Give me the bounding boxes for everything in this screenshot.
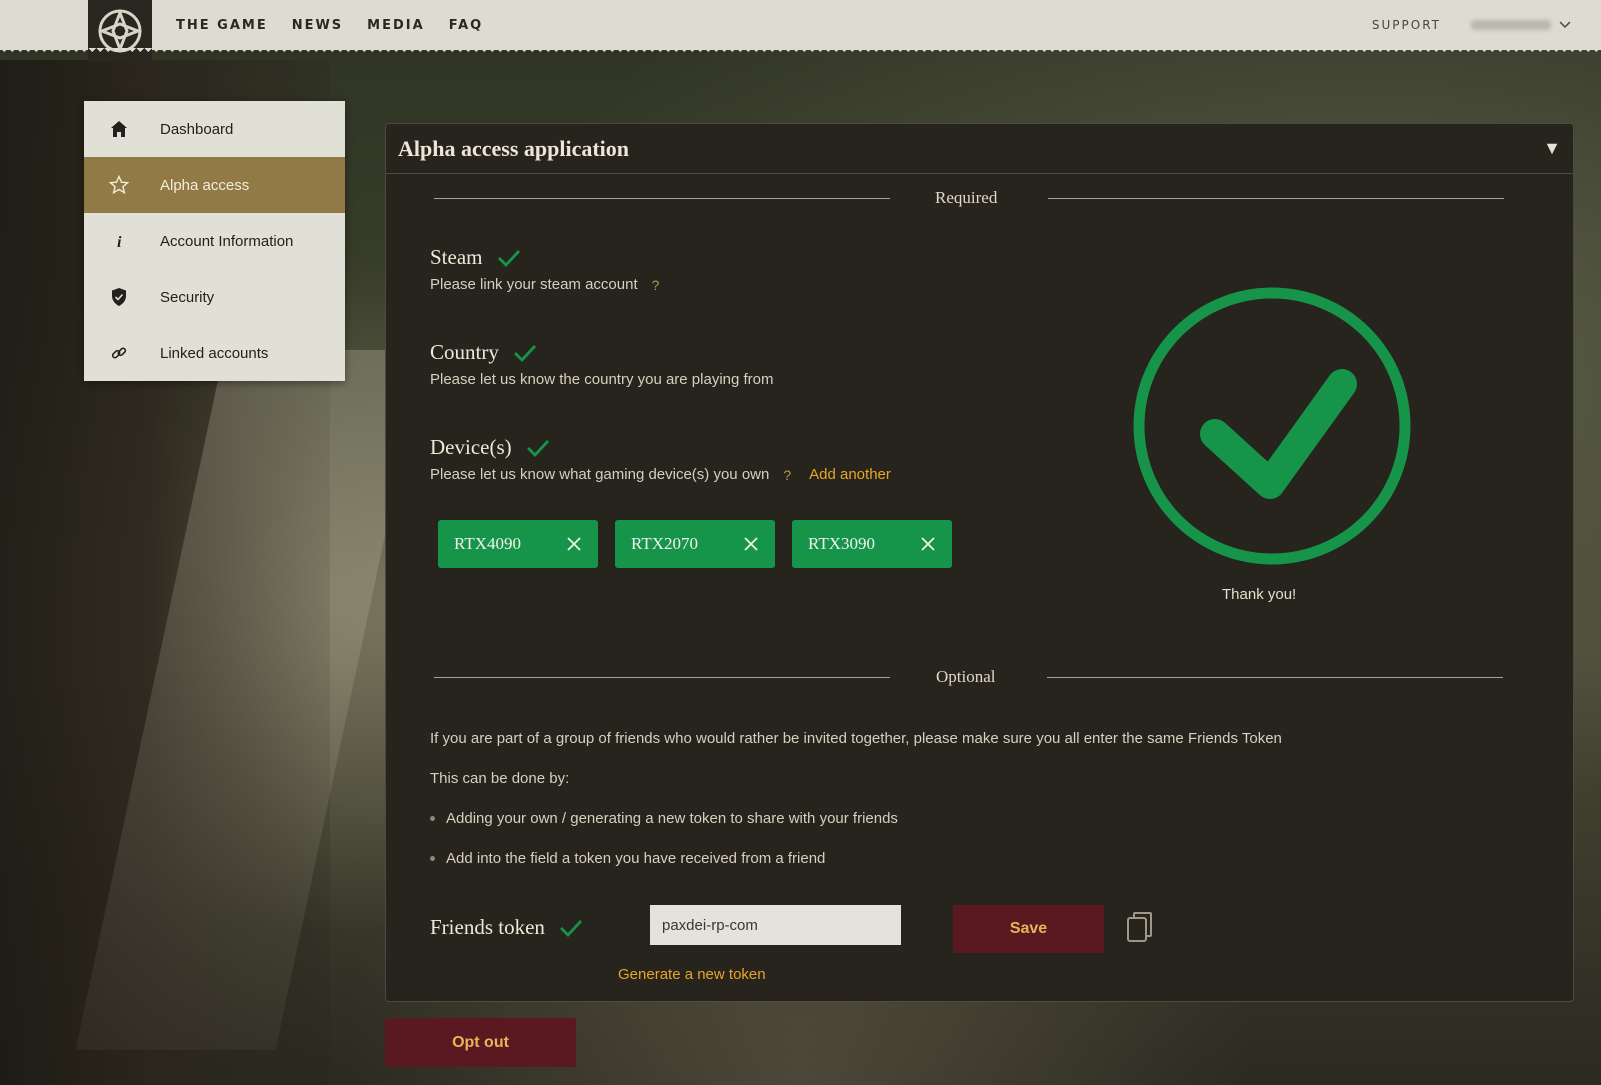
device-chip: RTX2070 [615,520,775,568]
alpha-access-panel: Alpha access application ▼ Required Stea… [385,123,1574,1002]
sidebar-item-alpha-access[interactable]: Alpha access [84,157,345,213]
country-desc: Please let us know the country you are p… [430,371,774,388]
username-redacted [1471,20,1551,30]
nav-faq[interactable]: FAQ [449,18,484,33]
sidebar-item-label: Alpha access [160,176,250,194]
main-nav: THE GAME NEWS MEDIA FAQ [176,0,483,50]
device-chip: RTX3090 [792,520,952,568]
remove-chip-close-icon[interactable] [920,536,936,552]
sidebar-item-dashboard[interactable]: Dashboard [84,101,345,157]
devices-desc: Please let us know what gaming device(s)… [430,466,891,483]
device-chip-label: RTX4090 [454,534,521,553]
bullet-text: Adding your own / generating a new token… [446,810,898,827]
support-link[interactable]: SUPPORT [1372,18,1441,32]
generate-token-link[interactable]: Generate a new token [618,966,766,983]
bullet-text: Add into the field a token you have rece… [446,850,826,867]
devices-help-icon[interactable]: ? [783,467,791,483]
friends-token-title-text: Friends token [430,915,545,939]
steam-desc-text: Please link your steam account [430,276,638,293]
sidebar-item-label: Dashboard [160,120,234,138]
opt-out-button[interactable]: Opt out [385,1018,576,1067]
list-item: Add into the field a token you have rece… [430,850,825,867]
devices-desc-text: Please let us know what gaming device(s)… [430,466,770,483]
steam-desc: Please link your steam account ? [430,276,659,293]
star-icon [108,174,130,196]
thank-you-text: Thank you! [1222,586,1297,603]
device-chip-label: RTX2070 [631,534,698,553]
nav-right: SUPPORT [1372,0,1571,50]
svg-text:i: i [117,234,122,250]
list-item: Adding your own / generating a new token… [430,810,898,827]
top-nav: THE GAME NEWS MEDIA FAQ SUPPORT [0,0,1601,62]
save-button[interactable]: Save [953,905,1104,953]
optional-label: Optional [936,667,996,686]
country-desc-text: Please let us know the country you are p… [430,371,774,388]
divider-line [1048,198,1504,199]
copy-icon[interactable] [1126,911,1154,948]
check-icon [526,439,549,457]
sidebar-item-label: Account Information [160,232,294,250]
sidebar-item-security[interactable]: Security [84,269,345,325]
sidebar: Dashboard Alpha access i Account Informa… [84,101,345,381]
compass-logo-icon [97,8,143,54]
steam-title: Steam [430,245,521,270]
required-divider: Required [386,188,1575,208]
remove-chip-close-icon[interactable] [566,536,582,552]
optional-intro: If you are part of a group of friends wh… [430,730,1282,747]
nav-media[interactable]: MEDIA [367,18,425,33]
nav-news[interactable]: NEWS [292,18,343,33]
devices-title: Device(s) [430,435,550,460]
optional-done-by: This can be done by: [430,770,570,787]
sidebar-item-label: Security [160,288,215,306]
check-icon [513,344,536,362]
link-icon [108,342,130,364]
user-menu[interactable] [1471,20,1571,30]
sidebar-item-label: Linked accounts [160,344,269,362]
remove-chip-close-icon[interactable] [743,536,759,552]
friends-token-title: Friends token [430,915,583,940]
panel-title: Alpha access application [398,135,630,161]
collapse-toggle-icon[interactable]: ▼ [1543,138,1561,159]
country-title-text: Country [430,340,499,364]
friends-token-input[interactable] [650,905,901,945]
steam-help-icon[interactable]: ? [652,277,660,293]
devices-title-text: Device(s) [430,435,512,459]
required-label: Required [935,188,998,207]
optional-divider: Optional [386,667,1575,687]
logo[interactable] [88,0,152,62]
sidebar-item-account-information[interactable]: i Account Information [84,213,345,269]
chevron-down-icon [1559,21,1571,29]
panel-header[interactable]: Alpha access application ▼ [386,124,1573,174]
success-check-icon [1130,284,1414,573]
steam-title-text: Steam [430,245,483,269]
info-icon: i [108,230,130,252]
device-chip-label: RTX3090 [808,534,875,553]
shield-icon [108,286,130,308]
add-another-link[interactable]: Add another [809,466,891,483]
home-icon [108,118,130,140]
check-icon [559,919,582,937]
divider-line [1047,677,1503,678]
check-icon [497,249,520,267]
device-chip: RTX4090 [438,520,598,568]
sidebar-item-linked-accounts[interactable]: Linked accounts [84,325,345,381]
divider-line [434,198,890,199]
nav-the-game[interactable]: THE GAME [176,18,268,33]
divider-line [434,677,890,678]
country-title: Country [430,340,537,365]
